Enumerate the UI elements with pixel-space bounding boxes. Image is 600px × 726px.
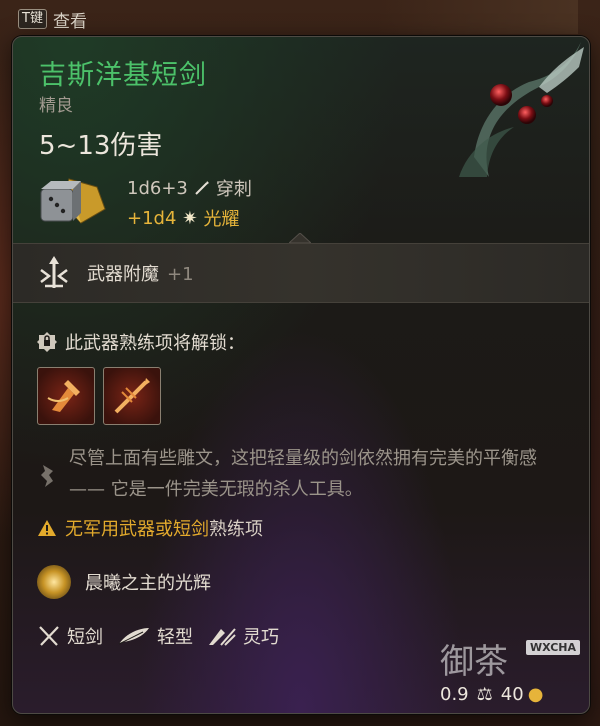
bonus-damage-dice: +1d4: [127, 207, 177, 229]
watermark-text: 御茶: [440, 642, 508, 682]
description-text: 尽管上面有些雕文，这把轻量级的剑依然拥有完美的平衡感 —— 它是一件完美无瑕的杀…: [69, 448, 537, 500]
enchantment-icon: [40, 256, 68, 288]
warning-icon: [38, 520, 56, 536]
inspect-hint: T键 查看: [18, 6, 87, 32]
coin-icon: ●: [527, 684, 544, 705]
divider-notch: [289, 233, 311, 243]
lock-icon: [37, 332, 57, 352]
item-value: 40: [500, 684, 524, 705]
weapon-art-icon: [459, 42, 584, 177]
quill-icon: [41, 465, 53, 487]
item-stats: 0.9 ⚖ 40 ●: [440, 684, 543, 705]
unlock-header-text: 此武器熟练项将解锁：: [65, 333, 245, 354]
proficiency-action-icons: [37, 367, 161, 425]
base-damage-dice: 1d6+3: [127, 177, 188, 199]
special-property-text: 晨曦之主的光辉: [85, 573, 211, 594]
enchantment-text: 武器附魔 +1: [87, 260, 194, 286]
item-tooltip: 吉斯洋基短剑 精良 5~13伤害 1d6+3 穿刺 +1d4 ✷ 光耀 武器附魔…: [12, 36, 590, 714]
key-badge: T键: [18, 9, 47, 29]
property-label: 短剑: [67, 627, 103, 648]
property-short-sword: 短剑: [37, 623, 103, 649]
damage-type: 穿刺: [215, 179, 252, 200]
enchantment-row: 武器附魔 +1: [13, 243, 589, 303]
dice-icon: [40, 178, 106, 224]
action-pierce-icon[interactable]: [103, 367, 161, 425]
item-weight: 0.9: [440, 684, 469, 705]
special-property: 晨曦之主的光辉: [37, 565, 211, 599]
base-damage: 1d6+3 穿刺: [127, 175, 252, 201]
property-label: 灵巧: [243, 627, 279, 648]
enchantment-label: 武器附魔: [87, 264, 159, 285]
radiance-icon[interactable]: [37, 565, 71, 599]
item-name: 吉斯洋基短剑: [39, 60, 207, 91]
radiant-icon: ✷: [182, 207, 198, 229]
property-label: 轻型: [157, 627, 193, 648]
crossed-swords-icon: [39, 626, 59, 646]
item-description: 尽管上面有些雕文，这把轻量级的剑依然拥有完美的平衡感 —— 它是一件完美无瑕的杀…: [37, 443, 567, 505]
bonus-damage: +1d4 ✷ 光耀: [127, 205, 240, 231]
property-finesse: 灵巧: [207, 623, 279, 649]
watermark: 御茶 WXCHA: [440, 634, 590, 684]
action-slash-icon[interactable]: [37, 367, 95, 425]
inspect-label: 查看: [52, 11, 87, 32]
piercing-icon: [195, 181, 209, 195]
proficiency-warning: 无军用武器或短剑熟练项: [37, 515, 263, 541]
warning-text-suffix: 熟练项: [209, 519, 263, 540]
warning-text-main: 无军用武器或短剑: [65, 519, 209, 540]
bonus-damage-type: 光耀: [203, 209, 240, 230]
feather-icon: [118, 628, 149, 645]
weight-icon: ⚖: [476, 684, 493, 705]
enchantment-value: +1: [167, 264, 194, 285]
background-ornament: [378, 0, 578, 34]
proficiency-unlock-header: 此武器熟练项将解锁：: [37, 329, 245, 355]
watermark-tag: WXCHA: [526, 640, 581, 655]
property-light: 轻型: [117, 623, 193, 649]
item-rarity: 精良: [39, 96, 73, 116]
damage-range: 5~13伤害: [39, 131, 163, 161]
finesse-icon: [209, 628, 236, 646]
weapon-properties: 短剑 轻型 灵巧: [37, 623, 279, 649]
